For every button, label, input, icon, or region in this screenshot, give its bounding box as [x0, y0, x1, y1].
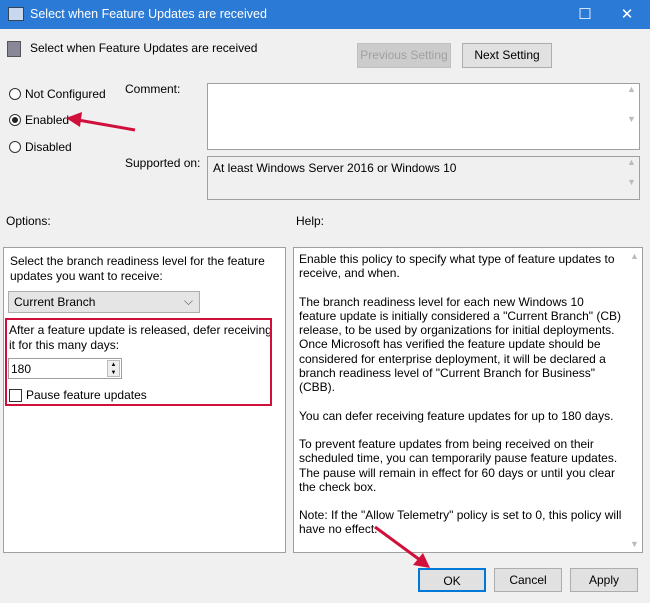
arrow-to-ok — [374, 525, 430, 568]
annotation-arrows — [66, 112, 430, 568]
arrow-to-enabled — [66, 112, 136, 132]
